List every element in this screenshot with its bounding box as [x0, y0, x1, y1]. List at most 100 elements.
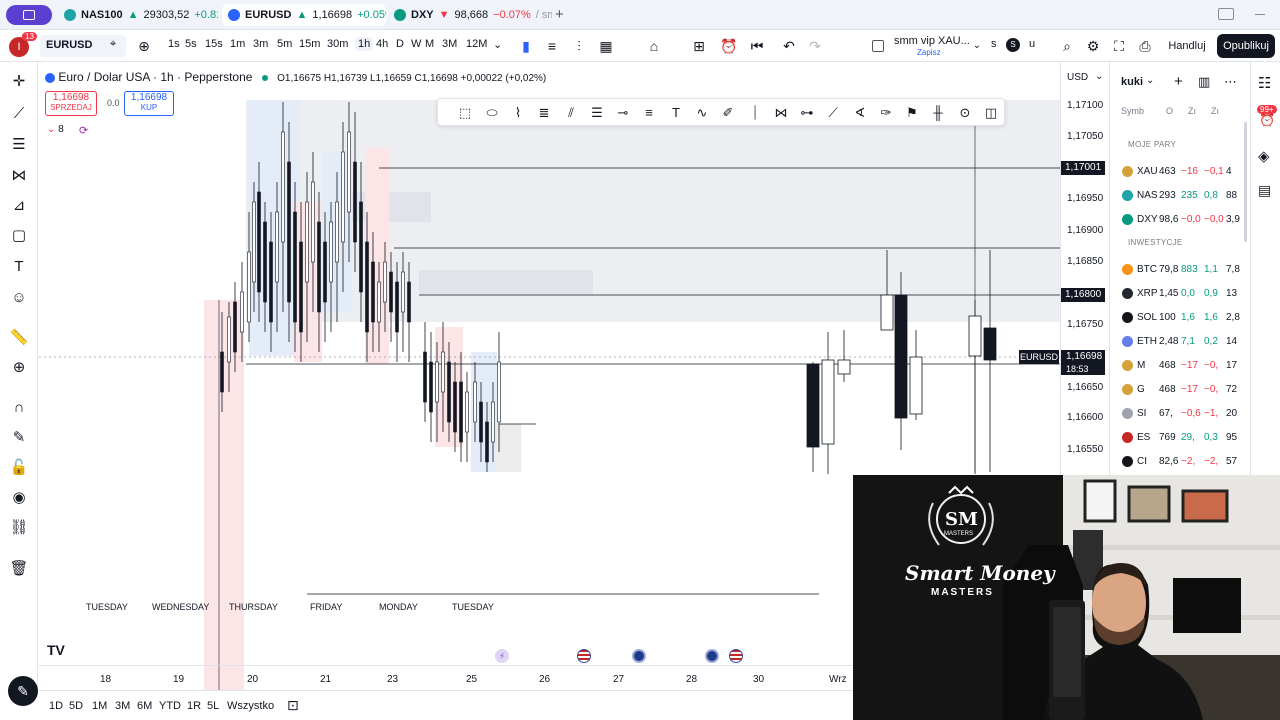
trash-icon[interactable]: 🗑: [9, 559, 29, 579]
minimize-icon[interactable]: [1255, 14, 1265, 15]
range-6m[interactable]: 6M: [137, 700, 152, 712]
highlighter-icon[interactable]: ✐: [719, 104, 737, 122]
publish-button[interactable]: Opublikuj: [1217, 34, 1275, 58]
interval-m[interactable]: M: [425, 38, 434, 50]
interval-5s[interactable]: 5s: [185, 38, 197, 50]
currency-label[interactable]: USD: [1067, 72, 1088, 83]
emoji-icon[interactable]: ☺: [9, 288, 29, 308]
add-symbol-icon[interactable]: ⊕: [135, 37, 153, 55]
watchlist-row[interactable]: XRP 1,45 0,0 0,9 13: [1110, 282, 1251, 304]
tab-eurusd[interactable]: EURUSD ▲ 1,16698 +0.05% ✕: [222, 4, 386, 26]
measure-icon[interactable]: ╫: [929, 104, 947, 122]
vertical-line-icon[interactable]: ⏐: [746, 104, 764, 122]
chat-icon[interactable]: [1218, 8, 1234, 20]
trade-button[interactable]: Handluj: [1162, 35, 1212, 57]
ruler-icon[interactable]: 📏: [9, 328, 29, 348]
tradingview-logo[interactable]: TV: [47, 642, 65, 658]
layers-icon[interactable]: ◈: [1258, 147, 1270, 165]
date-range-icon[interactable]: ⊡: [287, 697, 299, 714]
grid-icon[interactable]: ⊞: [690, 37, 708, 55]
indicators-icon[interactable]: ≡: [543, 37, 561, 55]
magnet-icon[interactable]: ∩: [9, 398, 29, 418]
interval-1h[interactable]: 1h: [355, 37, 374, 51]
us-flag-event-icon[interactable]: [729, 649, 743, 663]
select-rect-icon[interactable]: ⬚: [456, 104, 474, 122]
eu-flag-event-icon[interactable]: [632, 649, 646, 663]
candles-icon[interactable]: ▮: [517, 37, 535, 55]
sell-button[interactable]: 1,16698 SPRZEDAJ: [45, 91, 97, 116]
fib-retracement-icon[interactable]: ≣: [535, 104, 553, 122]
range-wszystko[interactable]: Wszystko: [227, 700, 274, 712]
tab-nas100[interactable]: NAS100 ▲ 29303,52 +0.81 ✕: [58, 4, 218, 26]
chevron-down-icon[interactable]: ⌄: [493, 38, 502, 51]
col-change-pct[interactable]: Zı: [1211, 106, 1219, 116]
ray-icon[interactable]: ⊶: [798, 104, 816, 122]
col-last[interactable]: O: [1166, 106, 1173, 116]
pen-icon[interactable]: ✑: [877, 104, 895, 122]
link-icon[interactable]: ⛓: [9, 518, 29, 538]
range-3m[interactable]: 3M: [115, 700, 130, 712]
chevron-down-icon[interactable]: ⌄: [968, 37, 986, 55]
search-icon[interactable]: ⌕: [1058, 37, 1076, 55]
fib-icon[interactable]: ☰: [9, 135, 29, 155]
text-icon[interactable]: T: [667, 104, 685, 122]
chevron-down-icon[interactable]: ⌄: [1146, 75, 1154, 86]
interval-3m[interactable]: 3m: [253, 38, 268, 50]
compare-icon[interactable]: ⫶: [570, 37, 588, 55]
buy-button[interactable]: 1,16698 KUP: [124, 91, 174, 116]
layout-checkbox[interactable]: [872, 40, 884, 52]
watchlist-section-title[interactable]: INWESTYCJE: [1128, 238, 1183, 247]
symbol-search[interactable]: EURUSD ⌖: [40, 35, 126, 57]
range-5l[interactable]: 5L: [207, 700, 219, 712]
range-ytd[interactable]: YTD: [159, 700, 181, 712]
interval-w[interactable]: W: [411, 38, 421, 50]
col-symbol[interactable]: Symb: [1121, 106, 1144, 116]
shapes-icon[interactable]: ▢: [9, 226, 29, 246]
watchlist-row[interactable]: SI 67, −0,6 −1, 20: [1110, 402, 1251, 424]
shortcut-s[interactable]: s: [991, 38, 997, 50]
watchlist-name[interactable]: kuki: [1121, 76, 1143, 88]
camera-icon[interactable]: ⎙: [1136, 37, 1154, 55]
undo-icon[interactable]: ↶: [780, 37, 798, 55]
interval-12m[interactable]: 12M: [466, 38, 487, 50]
legend-title[interactable]: Euro / Dolar USA · 1h · Pepperstone: [58, 70, 252, 84]
range-5d[interactable]: 5D: [69, 700, 83, 712]
horizontal-ray-icon[interactable]: ⊸: [614, 104, 632, 122]
interval-4h[interactable]: 4h: [376, 38, 388, 50]
text-icon[interactable]: T: [9, 257, 29, 277]
interval-1s[interactable]: 1s: [168, 38, 180, 50]
interval-5m[interactable]: 5m: [277, 38, 292, 50]
channel-icon[interactable]: ⫽: [562, 104, 580, 122]
replay-icon[interactable]: ⏮: [748, 37, 766, 55]
range-1m[interactable]: 1M: [92, 700, 107, 712]
interval-30m[interactable]: 30m: [327, 38, 348, 50]
alert-icon[interactable]: ⏰: [720, 37, 738, 55]
watchlist-row[interactable]: BTC 79,8 883 1,1 7,8: [1110, 258, 1251, 280]
interval-1m[interactable]: 1m: [230, 38, 245, 50]
advanced-view-icon[interactable]: ▥: [1198, 74, 1210, 90]
col-change[interactable]: Zı: [1188, 106, 1196, 116]
watchlist-icon[interactable]: ☷: [1258, 74, 1271, 92]
tab-dxy[interactable]: DXY ▼ 98,668 −0.07% / sm ✕: [388, 4, 552, 26]
pattern-icon[interactable]: ⋈: [772, 104, 790, 122]
app-menu-button[interactable]: [6, 5, 52, 25]
pattern-icon[interactable]: ⋈: [9, 166, 29, 186]
interval-3m[interactable]: 3M: [442, 38, 457, 50]
trend-line-icon[interactable]: ⟋: [824, 104, 842, 122]
flag-icon[interactable]: ⚑: [903, 104, 921, 122]
forecast-icon[interactable]: ⊿: [9, 196, 29, 216]
range-1r[interactable]: 1R: [187, 700, 201, 712]
indicators-toggle[interactable]: ⌄ 8: [47, 124, 64, 135]
chart-type-icon[interactable]: ⌂: [645, 37, 663, 55]
zoom-icon[interactable]: ⊕: [9, 358, 29, 378]
watchlist-row[interactable]: ETH 2,48 7,1 0,2 14: [1110, 330, 1251, 352]
crosshair-icon[interactable]: ✛: [9, 72, 29, 92]
eye-icon[interactable]: ◉: [9, 488, 29, 508]
chat-icon[interactable]: ▤: [1258, 182, 1271, 199]
interval-d[interactable]: D: [396, 38, 404, 50]
watchlist-row[interactable]: DXY 98,6 −0,0 −0,0 3,9: [1110, 208, 1251, 230]
watchlist-section-title[interactable]: MOJE PARY: [1128, 140, 1176, 149]
trend-line-icon[interactable]: ⟋: [9, 104, 29, 124]
curve-icon[interactable]: ∿: [693, 104, 711, 122]
eu-flag-event-icon[interactable]: [705, 649, 719, 663]
